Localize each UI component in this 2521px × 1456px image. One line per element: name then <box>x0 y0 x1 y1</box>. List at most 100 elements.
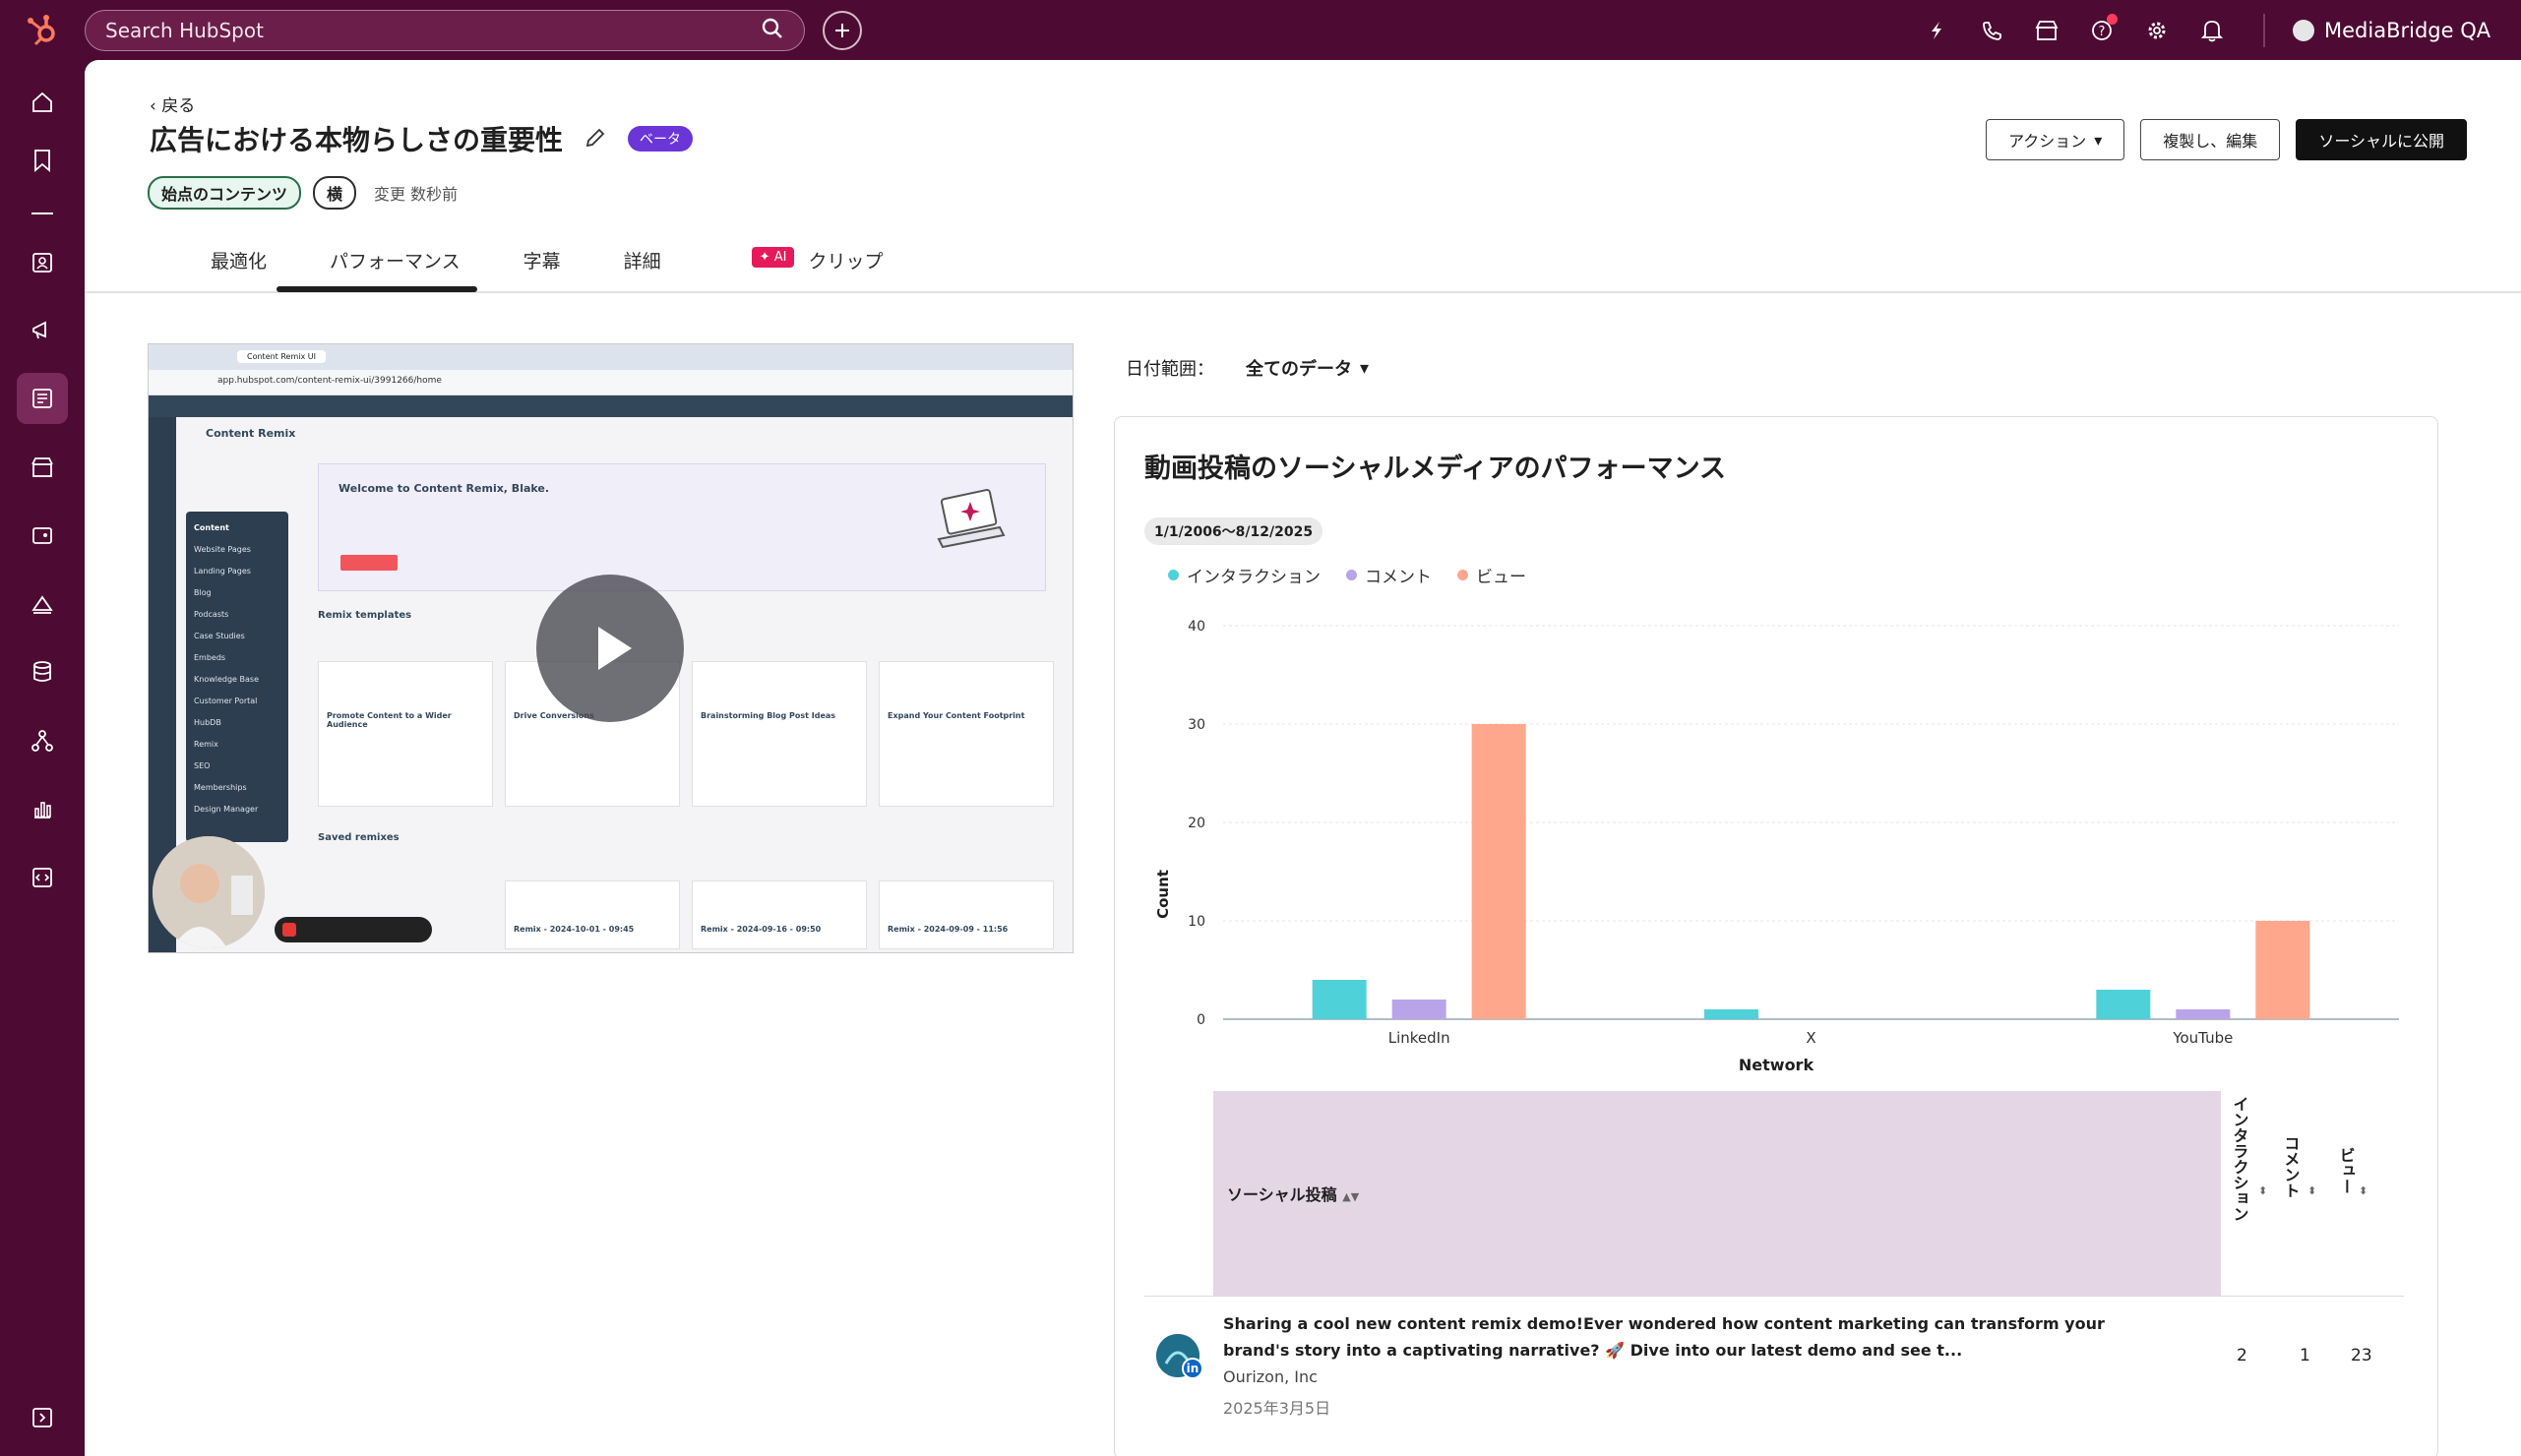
bookmark-icon[interactable] <box>17 135 68 186</box>
contacts-icon[interactable] <box>17 237 68 288</box>
col-social-post[interactable]: ソーシャル投稿 ▲▼ <box>1227 1182 1359 1205</box>
phone-icon[interactable] <box>1978 17 2005 44</box>
bar-youtube-1[interactable] <box>2176 1009 2231 1019</box>
legend-label: インタラクション <box>1187 568 1321 587</box>
date-range-dropdown[interactable]: 全てのデータ ▾ <box>1246 355 1369 381</box>
video-card-title: Expand Your Content Footprint <box>888 711 1025 720</box>
home-icon[interactable] <box>17 77 68 128</box>
content-icon[interactable] <box>17 373 68 424</box>
back-link[interactable]: ‹ 戻る <box>150 91 195 116</box>
y-tick-label: 40 <box>1188 619 1205 635</box>
svg-text:?: ? <box>2099 25 2106 39</box>
main-content: ‹ 戻る 広告における本物らしさの重要性 ベータ 始点のコンテンツ 横 変更 数… <box>85 60 2521 1456</box>
search-input[interactable]: Search HubSpot <box>85 10 805 51</box>
legend-dot-views <box>1457 570 1468 580</box>
sort-icon: ⬍ <box>2258 1184 2268 1197</box>
duplicate-edit-button[interactable]: 複製し、編集 <box>2140 119 2281 160</box>
play-button[interactable] <box>536 575 684 722</box>
bell-icon[interactable] <box>2198 17 2226 44</box>
plus-icon <box>835 24 849 37</box>
webcam-overlay <box>153 836 265 948</box>
gear-icon[interactable] <box>2143 17 2171 44</box>
account-menu[interactable]: MediaBridge QA <box>2293 0 2490 60</box>
x-tick-label: LinkedIn <box>1388 1029 1450 1047</box>
automation-icon[interactable] <box>17 578 68 630</box>
hierarchy-icon[interactable] <box>17 715 68 766</box>
action-dropdown-button[interactable]: アクション ▾ <box>1986 119 2125 160</box>
chart-legend: インタラクション コメント ビュー <box>1168 563 1526 587</box>
beta-badge: ベータ <box>628 126 694 152</box>
col-interactions-label: インタラクション <box>2230 1096 2249 1222</box>
linkedin-icon: in <box>1182 1358 1203 1379</box>
tab-captions[interactable]: 字幕 <box>492 247 592 296</box>
modified-status: 変更 数秒前 <box>374 185 459 204</box>
publish-social-button[interactable]: ソーシャルに公開 <box>2296 119 2467 160</box>
video-template-card: Promote Content to a Wider Audience <box>318 661 493 807</box>
video-menu-item: Knowledge Base <box>194 675 259 684</box>
video-content-menu: Content Website Pages Landing Pages Blog… <box>186 512 288 842</box>
col-interactions[interactable]: インタラクション <box>2225 1096 2254 1227</box>
date-range-label: 日付範囲： <box>1126 359 1214 380</box>
bar-youtube-2[interactable] <box>2255 921 2310 1019</box>
avatar <box>2293 19 2314 41</box>
edit-pencil-icon[interactable] <box>584 123 606 155</box>
data-icon[interactable] <box>17 646 68 698</box>
video-player[interactable]: Content Remix UI app.hubspot.com/content… <box>148 343 1074 953</box>
reports-icon[interactable] <box>17 783 68 834</box>
megaphone-icon[interactable] <box>17 305 68 356</box>
video-url-bar: app.hubspot.com/content-remix-ui/3991266… <box>149 370 1073 395</box>
col-views[interactable]: ビュー <box>2331 1096 2361 1199</box>
orientation-tag: 横 <box>313 176 357 210</box>
hubspot-logo-icon[interactable] <box>26 13 61 48</box>
tab-clips-label: クリップ <box>808 251 884 273</box>
video-saved-card: Remix - 2024-10-01 - 09:45 <box>505 880 680 949</box>
y-tick-label: 20 <box>1188 816 1205 831</box>
tab-details[interactable]: 詳細 <box>592 247 693 296</box>
video-browser-tab: Content Remix UI <box>237 350 326 363</box>
developer-icon[interactable] <box>17 852 68 903</box>
sparkle-icon[interactable] <box>1923 17 1950 44</box>
source-content-tag: 始点のコンテンツ <box>148 176 302 210</box>
table-row[interactable]: in Sharing a cool new content remix demo… <box>1144 1296 2404 1453</box>
legend-item: ビュー <box>1457 563 1526 587</box>
legend-dot-comments <box>1346 570 1357 580</box>
bar-linkedin-1[interactable] <box>1391 1000 1446 1019</box>
record-stop-icon <box>282 923 296 937</box>
x-tick-label: X <box>1806 1029 1815 1047</box>
marketplace-icon[interactable] <box>2033 17 2060 44</box>
legend-item: コメント <box>1346 563 1432 587</box>
video-menu-item: HubDB <box>194 718 221 727</box>
video-menu-item: SEO <box>194 761 211 770</box>
expand-sidebar-icon[interactable] <box>17 1392 68 1443</box>
caret-down-icon: ▾ <box>2094 130 2103 150</box>
bar-linkedin-2[interactable] <box>1471 724 1526 1019</box>
sidebar-divider <box>17 188 68 239</box>
bar-youtube-0[interactable] <box>2096 990 2151 1019</box>
account-name: MediaBridge QA <box>2324 18 2491 42</box>
post-text[interactable]: Sharing a cool new content remix demo!Ev… <box>1223 1310 2168 1364</box>
help-icon[interactable]: ? <box>2088 13 2118 44</box>
bar-linkedin-0[interactable] <box>1312 980 1367 1019</box>
tab-clips[interactable]: ✦ AI クリップ <box>693 247 915 296</box>
performance-panel: 動画投稿のソーシャルメディアのパフォーマンス 1/1/2006～8/12/202… <box>1114 416 2438 1456</box>
service-icon[interactable] <box>17 510 68 561</box>
legend-label: ビュー <box>1476 568 1526 587</box>
post-views: 23 <box>2351 1346 2372 1365</box>
col-comments[interactable]: コメント <box>2276 1096 2306 1203</box>
chart-grid <box>1223 625 2399 1020</box>
tag-row: 始点のコンテンツ 横 変更 数秒前 <box>148 176 458 210</box>
video-saved-title: Remix - 2024-09-16 - 09:50 <box>701 925 822 934</box>
x-axis-label: Network <box>1739 1056 1814 1074</box>
video-saved-heading: Saved remixes <box>318 832 400 843</box>
top-icon-group: ? <box>1923 0 2226 60</box>
search-icon[interactable] <box>761 17 784 45</box>
play-icon <box>598 627 632 670</box>
table-header: ソーシャル投稿 ▲▼ <box>1213 1091 2221 1296</box>
create-new-button[interactable] <box>823 11 862 50</box>
header-actions: アクション ▾ 複製し、編集 ソーシャルに公開 <box>1986 119 2467 160</box>
bar-x-0[interactable] <box>1704 1009 1758 1019</box>
ai-badge: ✦ AI <box>751 247 795 268</box>
commerce-icon[interactable] <box>17 442 68 493</box>
post-account: Ourizon, Inc <box>1223 1367 1318 1386</box>
video-menu-item: Content <box>194 523 229 532</box>
